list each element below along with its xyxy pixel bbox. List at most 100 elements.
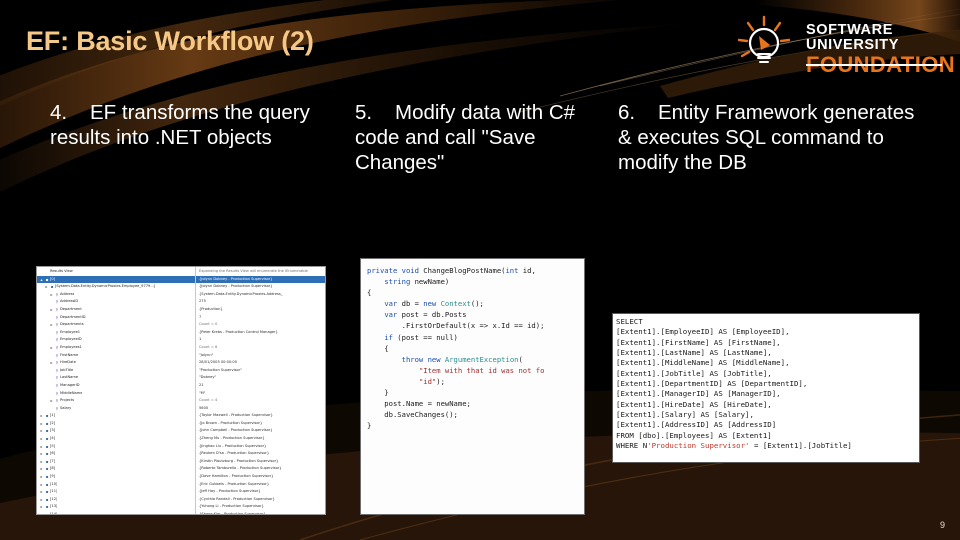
page-title: EF: Basic Workflow (2)	[26, 26, 314, 56]
tree-item-label: JobTitle	[60, 367, 74, 372]
tree-item-label: Address	[60, 291, 75, 296]
results-view-screenshot: Results View ▴ ▪ [0] ▸ ▪ [System.Data.Entity.D…	[36, 266, 326, 515]
tree-item[interactable]: ⚲ ManagerID	[37, 382, 195, 390]
tree-item[interactable]: ▸ ⚲ HireDate	[37, 359, 195, 367]
value-row: {Kirstin Plautzburg - Production Supervi…	[199, 458, 279, 463]
sql-line: [Extent1].[JobTitle] AS [JobTitle],	[616, 368, 772, 378]
value-row: 5600	[199, 405, 209, 410]
tree-item[interactable]: ▸ ▪ [12]	[37, 496, 195, 504]
sql-line: [Extent1].[DepartmentID] AS [DepartmentI…	[616, 379, 808, 389]
code-line: db.SaveChanges();	[367, 410, 458, 420]
tree-item[interactable]: ▸ ⚲ Projects	[37, 397, 195, 405]
tree-item[interactable]: ⚲ AddressID	[37, 298, 195, 306]
tree-item[interactable]: ▸ ⚲ Departments	[37, 321, 195, 329]
tree-item-label: Employees1	[60, 344, 82, 349]
value-row: {Jinghao Liu - Production Supervisor}	[199, 443, 267, 448]
tree-item[interactable]: ⚲ LastName	[37, 374, 195, 382]
tree-item-label: Results View	[50, 269, 73, 273]
tree-item-label: [4]	[50, 436, 56, 441]
logo-underline	[806, 64, 942, 66]
code-line: }	[367, 421, 372, 431]
value-row: {Zheng Mu - Production Supervisor}	[199, 436, 265, 441]
tree-item[interactable]: ▸ ▪ [3]	[37, 427, 195, 435]
tree-item[interactable]: ▸ ▪ [System.Data.Entity.DynamicProxies.Emp…	[37, 283, 195, 291]
value-row: {Jo Brown - Production Supervisor}	[199, 420, 263, 425]
tree-item-label: [System.Data.Entity.DynamicProxies.Emplo…	[55, 284, 156, 289]
tree-item-label: [11]	[50, 489, 58, 494]
tree-item-label: [14]	[50, 512, 58, 515]
code-lines: private void ChangeBlogPostName(int id, …	[367, 265, 584, 431]
logo-line-1: SOFTWARE UNIVERSITY	[806, 22, 900, 53]
tree-item[interactable]: ⚲ FirstName	[37, 352, 195, 360]
value-row: {System.Data.Entity.DynamicProxies.Addre…	[199, 291, 283, 296]
code-line: "Item with that id was not fo	[418, 365, 545, 375]
tree-item[interactable]: ⚲ Employee1	[37, 329, 195, 337]
value-row: 1	[199, 337, 202, 342]
value-row: {John Campbell - Production Supervisor}	[199, 428, 273, 433]
value-row: {Shane Kim - Production Supervisor}	[199, 512, 266, 514]
sql-line: FROM [dbo].[Employees] AS [Extent1]	[616, 430, 772, 440]
code-line: post.Name = newName;	[367, 399, 471, 409]
tree-item[interactable]: Results View	[37, 268, 195, 276]
value-row: {Production}	[199, 306, 223, 311]
value-row: Expanding the Results View will enumerat…	[199, 269, 308, 273]
tree-item-label: Projects	[60, 398, 75, 403]
tree-item-label: [2]	[50, 420, 56, 425]
tree-item[interactable]: ▸ ▪ [14]	[37, 511, 195, 515]
tree-item[interactable]: ▸ ▪ [13]	[37, 503, 195, 511]
tree-item[interactable]: ▸ ▪ [2]	[37, 420, 195, 428]
results-view-tree: Results View ▴ ▪ [0] ▸ ▪ [System.Data.Entity.D…	[37, 267, 196, 514]
value-row: {Dave Hamilton - Production Supervisor}	[199, 474, 274, 479]
tree-item-label: Salary	[60, 405, 72, 410]
page-number: 9	[939, 520, 945, 530]
value-row: {Yuhong Li - Production Supervisor}	[199, 504, 264, 509]
step-number-4: 4.	[50, 101, 68, 124]
value-row: {Peter Krebs - Production Control Manage…	[199, 329, 278, 334]
tree-item[interactable]: ⚲ EmployeeID	[37, 336, 195, 344]
step-item-5: 5. Modify data with C# code and call "Sa…	[355, 100, 585, 175]
tree-item[interactable]: ▴ ▪ [0]	[37, 275, 195, 284]
value-row: "Dobney"	[199, 375, 217, 380]
value-row: Count = 0	[199, 322, 218, 327]
tree-item[interactable]: ▸ ▪ [1]	[37, 412, 195, 420]
tree-item[interactable]: ▸ ▪ [8]	[37, 465, 195, 473]
tree-item[interactable]: ▸ ⚲ Address	[37, 291, 195, 299]
step-item-6: 6. Entity Framework generates & executes…	[618, 100, 918, 175]
tree-item[interactable]: ⚲ DepartmentID	[37, 314, 195, 322]
tree-item-label: Department	[60, 306, 82, 311]
sql-line: [Extent1].[AddressID] AS [AddressID]	[616, 420, 777, 430]
sql-line: WHERE N'Production Supervisor' = [Extent…	[616, 441, 852, 451]
sql-query-screenshot: SELECT [Extent1].[EmployeeID] AS [Employe…	[612, 313, 920, 463]
sql-line: [Extent1].[Salary] AS [Salary],	[616, 410, 754, 420]
tree-item-label: [5]	[50, 443, 56, 448]
tree-item[interactable]: ⚲ JobTitle	[37, 367, 195, 375]
tree-item-label: [10]	[50, 481, 58, 486]
tree-item-label: [1]	[50, 413, 56, 418]
tree-item[interactable]: ▸ ▪ [4]	[37, 435, 195, 443]
value-row: 21	[199, 382, 204, 387]
sql-line: [Extent1].[MiddleName] AS [MiddleName],	[616, 358, 790, 368]
tree-item[interactable]: ⚲ MiddleName	[37, 390, 195, 398]
step-text-4: EF transforms the query results into .NE…	[50, 101, 310, 149]
logo-text: SOFTWARE UNIVERSITY FOUNDATION	[806, 23, 955, 76]
tree-item[interactable]: ▸ ▪ [11]	[37, 488, 195, 496]
tree-item[interactable]: ▸ ⚲ Employees1	[37, 344, 195, 352]
tree-item-label: [8]	[50, 466, 56, 471]
tree-item[interactable]: ▸ ▪ [9]	[37, 473, 195, 481]
tree-item-label: [9]	[50, 474, 56, 479]
tree-item-label: [6]	[50, 451, 56, 456]
slide-canvas: EF: Basic Workflow (2) SOFTWARE UNIVERSI…	[0, 0, 960, 540]
value-row: "Production Supervisor"	[199, 367, 242, 372]
sql-line: [Extent1].[LastName] AS [LastName],	[616, 348, 772, 358]
tree-item[interactable]: ▸ ▪ [5]	[37, 443, 195, 451]
tree-item-label: FirstName	[60, 352, 79, 357]
code-line: .FirstOrDefault(x => x.Id == id);	[367, 321, 545, 331]
tree-item[interactable]: ▸ ▪ [10]	[37, 481, 195, 489]
code-line: var db = new Context();	[384, 299, 484, 309]
tree-item[interactable]: ▸ ▪ [6]	[37, 450, 195, 458]
results-view-values: Expanding the Results View will enumerat…	[196, 267, 325, 514]
tree-item-label: [0]	[50, 276, 56, 281]
tree-item[interactable]: ▸ ▪ [7]	[37, 458, 195, 466]
tree-item[interactable]: ▸ ⚲ Department	[37, 306, 195, 314]
tree-item[interactable]: ⚲ Salary	[37, 405, 195, 413]
